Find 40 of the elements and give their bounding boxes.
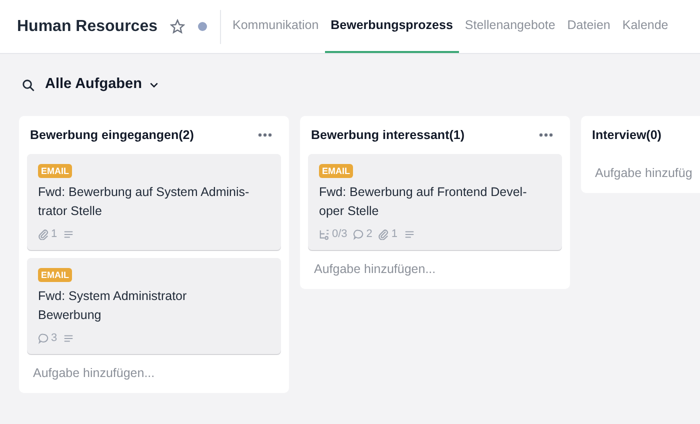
description-icon [63, 229, 74, 240]
add-task-link[interactable]: Aufgabe hinzufügen... [314, 260, 436, 279]
paperclip-icon [378, 229, 390, 240]
nav-tab[interactable]: Kommunikation [226, 0, 325, 53]
meta-count: 0/3 [332, 229, 348, 240]
nav-tab[interactable]: Kalende [616, 0, 674, 53]
chevron-down-icon [148, 80, 159, 90]
filter-dropdown[interactable]: Alle Aufgaben [45, 74, 159, 96]
description-icon [404, 229, 415, 240]
email-tag: EMAIL [38, 164, 72, 178]
nav-tab[interactable]: Bewerbungsprozess [324, 0, 459, 53]
task-card[interactable]: EMAIL Fwd: Bewerbung auf Frontend Devel- oper Stelle 0/3 2 1 [308, 154, 562, 250]
task-card[interactable]: EMAIL Fwd: Bewerbung auf System Adminis- trator Stelle 1 [27, 154, 281, 250]
meta-count: 1 [391, 229, 398, 240]
card-title: Fwd: Bewerbung auf Frontend Devel- oper Stelle [319, 184, 527, 220]
column-title: Interview(0) [592, 126, 662, 144]
email-tag: EMAIL [38, 268, 72, 282]
nav-tab[interactable]: Stellenangebote [458, 0, 562, 53]
star-icon[interactable] [170, 19, 184, 34]
more-icon[interactable] [539, 133, 553, 137]
card-title: Fwd: Bewerbung auf System Adminis- trator Stelle [38, 184, 250, 220]
task-card[interactable]: EMAIL Fwd: System Administrator Bewerbung 3 [27, 258, 281, 354]
description-icon [63, 333, 74, 344]
card-title: Fwd: System Administrator Bewerbung [38, 288, 187, 324]
comment-icon [353, 229, 364, 240]
email-tag: EMAIL [319, 164, 353, 178]
meta-count: 2 [366, 229, 372, 240]
more-icon[interactable] [258, 133, 272, 137]
add-task-link[interactable]: Aufgabe hinzufügen... [33, 364, 155, 383]
meta-count: 3 [51, 333, 58, 344]
paperclip-icon [38, 229, 49, 240]
comment-icon [38, 333, 49, 344]
search-icon[interactable] [22, 78, 35, 92]
subtasks-icon [319, 229, 330, 240]
add-task-link[interactable]: Aufgabe hinzufüg [595, 164, 692, 183]
column-title: Bewerbung interessant(1) [311, 126, 465, 144]
nav-tab[interactable]: Dateien [561, 0, 616, 53]
page-title: Human Resources [17, 16, 158, 36]
meta-count: 1 [51, 229, 58, 240]
column-title: Bewerbung eingegangen(2) [30, 126, 194, 144]
